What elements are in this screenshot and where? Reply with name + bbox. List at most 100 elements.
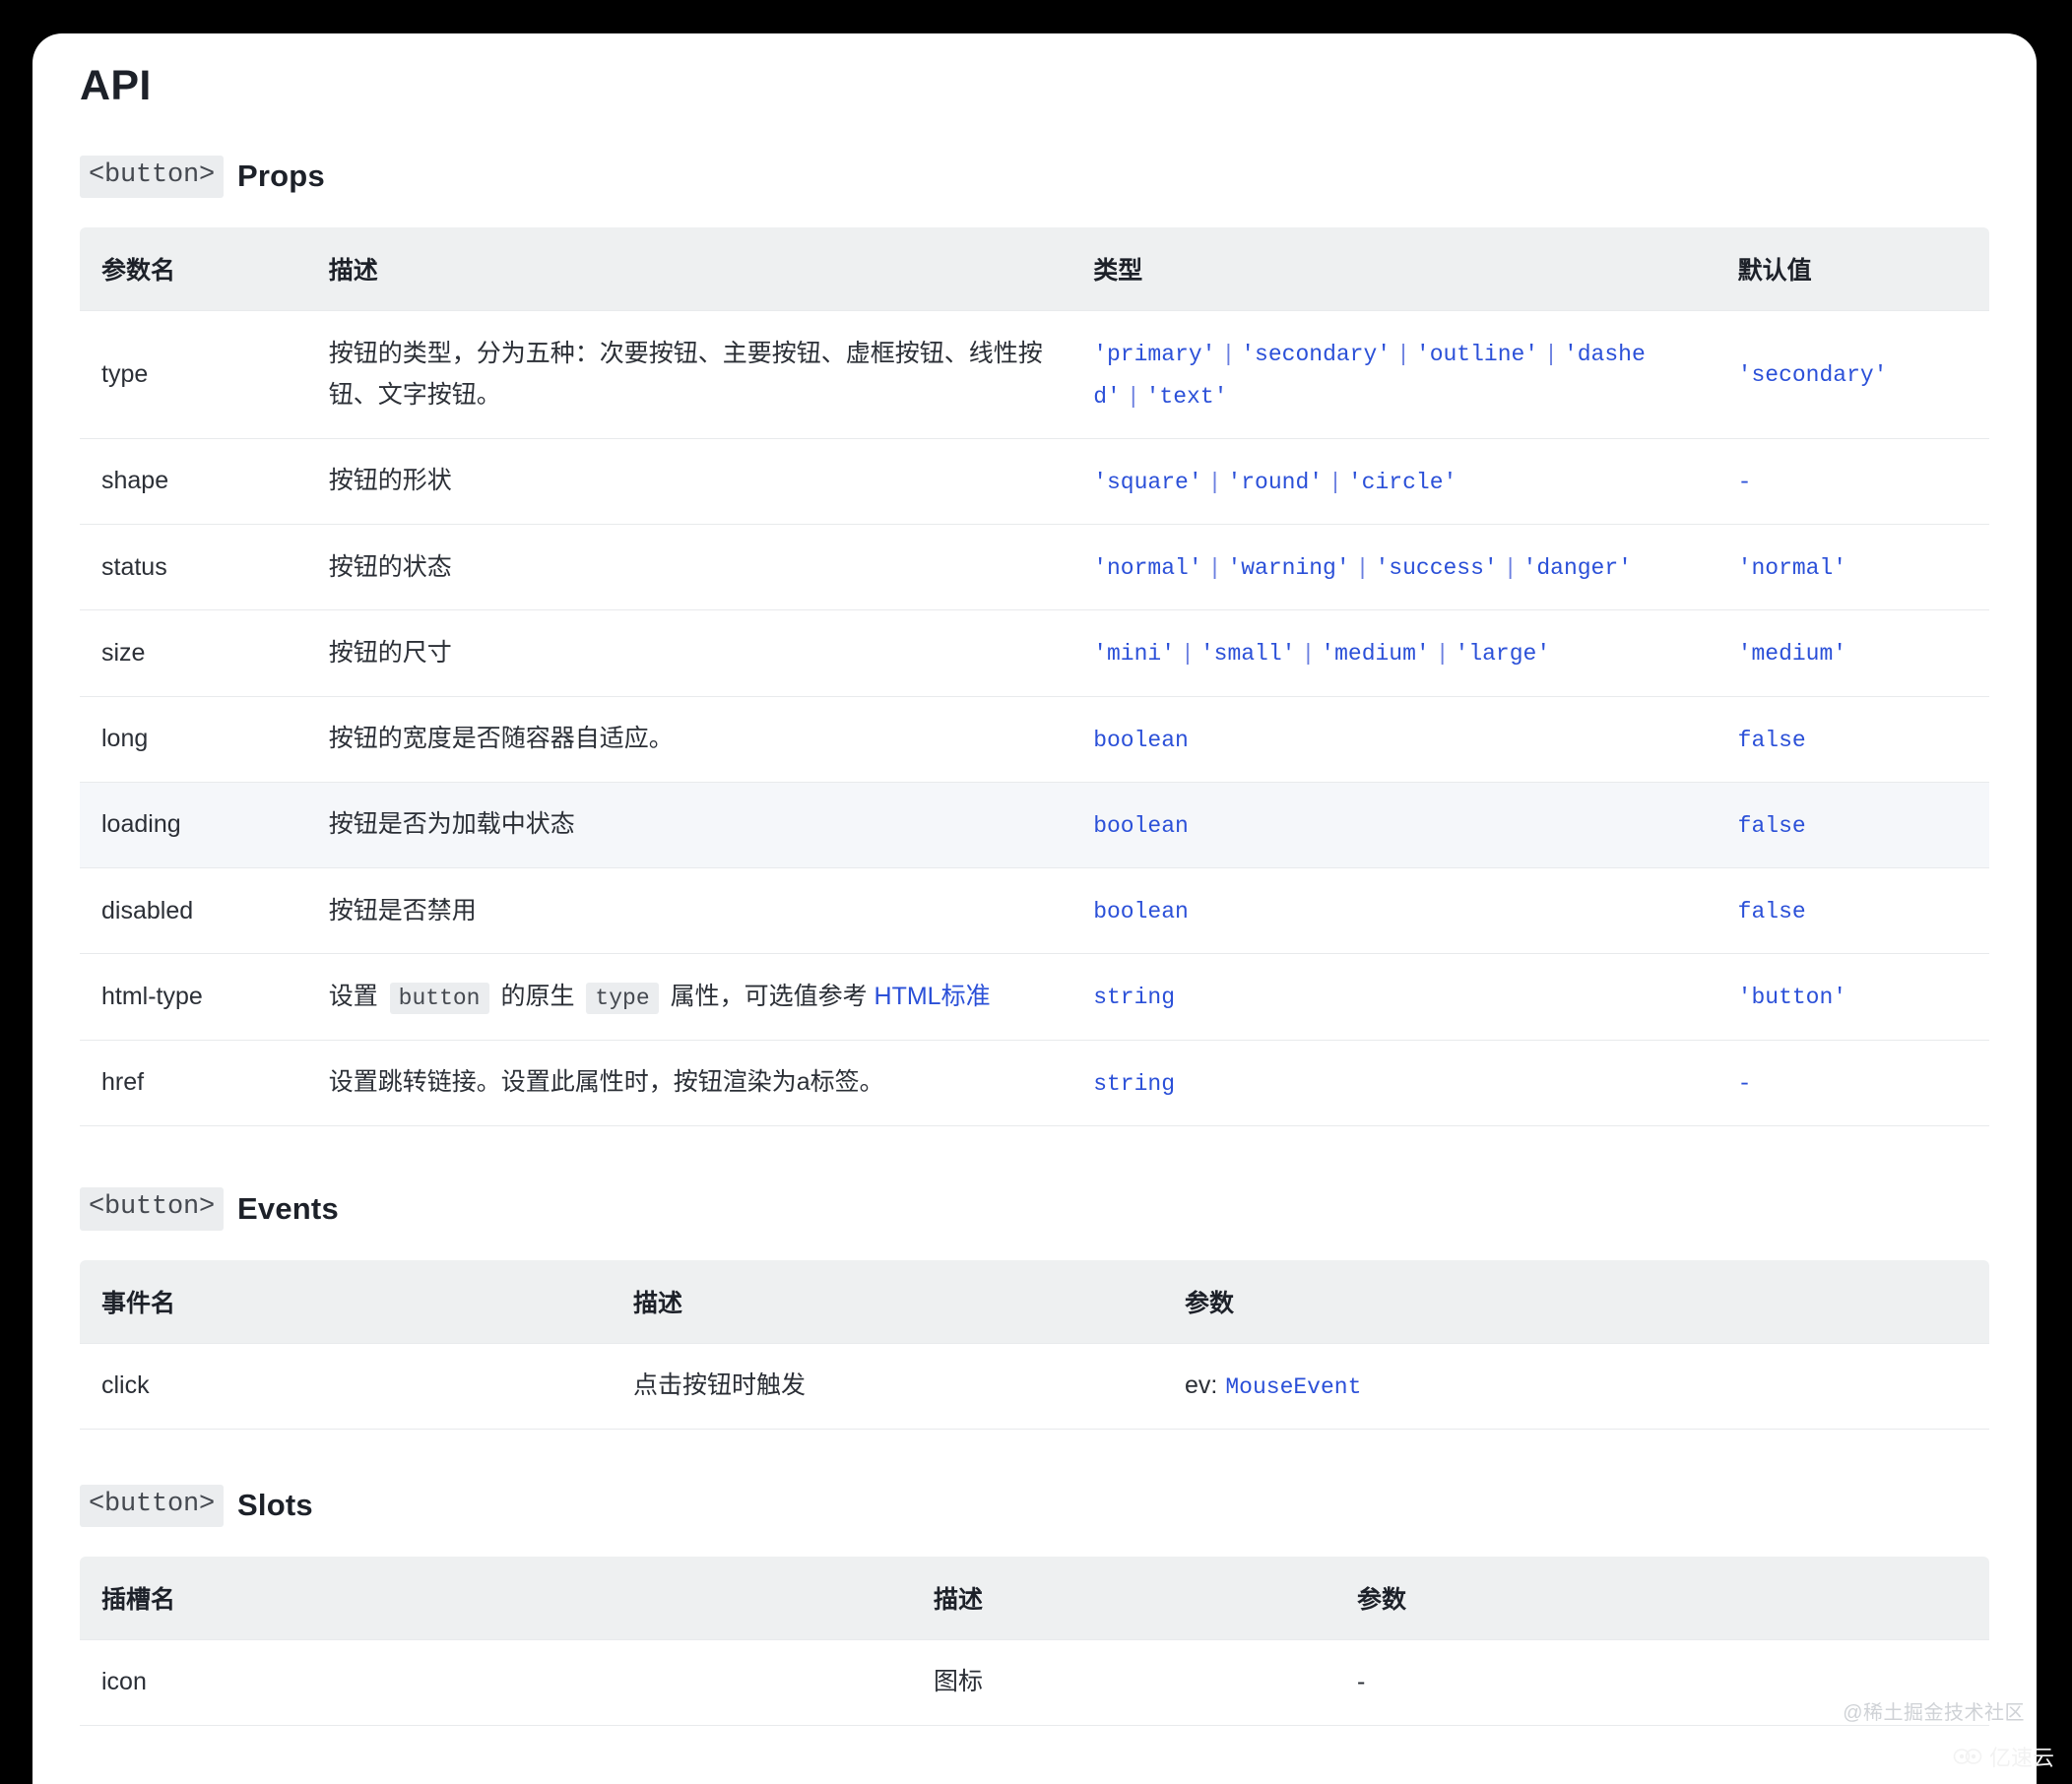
table-row: click 点击按钮时触发 ev: MouseEvent	[80, 1342, 1989, 1430]
arg-label: ev:	[1185, 1370, 1218, 1399]
type-value: 'square' |'round' |'circle'	[1093, 470, 1457, 495]
html-standard-link[interactable]: HTML标准	[874, 983, 991, 1010]
cell-event-args: ev: MouseEvent	[1163, 1342, 1989, 1430]
default-value: 'button'	[1737, 985, 1847, 1011]
default-value: 'medium'	[1737, 641, 1847, 668]
cell-description: 点击按钮时触发	[612, 1342, 1163, 1430]
documentation-card: API <button> Props 参数名 描述 类型 默认值 type 按钮的…	[32, 33, 2037, 1784]
default-value: 'normal'	[1737, 555, 1847, 582]
events-table-body: click 点击按钮时触发 ev: MouseEvent	[80, 1342, 1989, 1430]
cell-param-name: shape	[80, 437, 307, 525]
cell-type: 'square' |'round' |'circle'	[1071, 437, 1716, 525]
table-row: size 按钮的尺寸'mini' |'small' |'medium' |'large'…	[80, 609, 1989, 697]
slots-section-heading: <button> Slots	[80, 1484, 1989, 1528]
props-table-head: 参数名 描述 类型 默认值	[80, 227, 1989, 311]
type-option: 'success'	[1375, 555, 1498, 582]
type-value: boolean	[1093, 899, 1189, 924]
cell-type: string	[1071, 1039, 1716, 1126]
cell-default-value: false	[1716, 695, 1989, 783]
default-value: -	[1737, 1070, 1752, 1097]
type-option: boolean	[1093, 812, 1189, 839]
type-option: 'text'	[1145, 383, 1228, 410]
description-text: 属性，可选值参考	[663, 982, 874, 1010]
events-header-row: 事件名 描述 参数	[80, 1259, 1989, 1344]
table-row: shape 按钮的形状'square' |'round' |'circle' -	[80, 437, 1989, 525]
slots-header-desc: 描述	[912, 1557, 1335, 1640]
cell-description: 按钮的宽度是否随容器自适应。	[306, 695, 1072, 783]
type-option: 'outline'	[1415, 342, 1539, 368]
type-value: string	[1093, 1071, 1175, 1097]
cloud-icon	[1953, 1747, 1982, 1766]
inline-code: button	[389, 982, 489, 1014]
props-header-desc: 描述	[306, 227, 1072, 311]
props-header-row: 参数名 描述 类型 默认值	[80, 227, 1989, 311]
slots-section-label: Slots	[237, 1488, 313, 1523]
button-tag-code: <button>	[80, 155, 225, 199]
table-row: type 按钮的类型，分为五种：次要按钮、主要按钮、虚框按钮、线性按钮、文字按钮。…	[80, 310, 1989, 439]
type-separator: |	[1207, 555, 1222, 582]
type-separator: |	[1503, 555, 1518, 582]
type-option: 'mini'	[1093, 641, 1176, 668]
default-value: 'secondary'	[1737, 362, 1888, 389]
cell-type: boolean	[1071, 867, 1716, 954]
cell-default-value: 'medium'	[1716, 609, 1989, 697]
button-tag-code: <button>	[80, 1186, 225, 1231]
props-section-heading: <button> Props	[80, 155, 1989, 199]
cell-type: string	[1071, 953, 1716, 1041]
type-option: 'secondary'	[1241, 342, 1392, 368]
type-separator: |	[1181, 641, 1195, 668]
events-section-label: Events	[237, 1190, 339, 1226]
events-table: 事件名 描述 参数 click 点击按钮时触发 ev: MouseEvent	[80, 1259, 1989, 1430]
slots-header-args: 参数	[1335, 1557, 1989, 1640]
cell-description: 图标	[912, 1639, 1335, 1726]
table-row: href 设置跳转链接。设置此属性时，按钮渲染为a标签。 string -	[80, 1039, 1989, 1126]
table-row: long 按钮的宽度是否随容器自适应。 boolean false	[80, 695, 1989, 783]
type-separator: |	[1435, 641, 1450, 668]
cell-event-name: click	[80, 1342, 612, 1430]
cell-param-name: loading	[80, 781, 307, 868]
table-row: icon 图标 -	[80, 1639, 1989, 1726]
type-option: 'normal'	[1093, 555, 1202, 582]
default-value: false	[1737, 899, 1806, 925]
cell-default-value: 'secondary'	[1716, 310, 1989, 439]
cell-description: 按钮是否为加载中状态	[306, 781, 1072, 868]
cell-default-value: false	[1716, 867, 1989, 954]
props-header-param: 参数名	[80, 227, 307, 311]
events-section-heading: <button> Events	[80, 1186, 1989, 1231]
type-option: 'warning'	[1227, 555, 1350, 582]
cell-type: 'normal' |'warning' |'success' |'danger'	[1071, 524, 1716, 610]
cell-description: 设置 button 的原生 type 属性，可选值参考 HTML标准	[306, 953, 1072, 1041]
type-option: 'round'	[1227, 469, 1324, 495]
props-table: 参数名 描述 类型 默认值 type 按钮的类型，分为五种：次要按钮、主要按钮、虚…	[80, 227, 1989, 1126]
slots-table: 插槽名 描述 参数 icon 图标 -	[80, 1557, 1989, 1726]
events-header-event: 事件名	[80, 1259, 612, 1344]
type-option: 'medium'	[1321, 641, 1430, 668]
props-table-body: type 按钮的类型，分为五种：次要按钮、主要按钮、虚框按钮、线性按钮、文字按钮。…	[80, 310, 1989, 1126]
type-separator: |	[1221, 342, 1236, 368]
events-table-head: 事件名 描述 参数	[80, 1259, 1989, 1344]
type-separator: |	[1207, 469, 1222, 495]
type-value: 'normal' |'warning' |'success' |'danger'	[1093, 555, 1632, 581]
button-tag-code: <button>	[80, 1484, 225, 1528]
type-option: 'square'	[1093, 469, 1202, 495]
table-row: html-type 设置 button 的原生 type 属性，可选值参考 HTM…	[80, 953, 1989, 1041]
type-value: 'primary' |'secondary' |'outline' |'dashed'…	[1093, 342, 1646, 409]
type-value: boolean	[1093, 728, 1189, 753]
type-separator: |	[1328, 469, 1342, 495]
cell-description: 按钮的形状	[306, 437, 1072, 525]
props-section-label: Props	[237, 159, 325, 194]
inline-code: type	[586, 982, 659, 1014]
events-header-desc: 描述	[612, 1259, 1163, 1344]
cell-default-value: 'normal'	[1716, 524, 1989, 610]
description-text: 设置	[328, 982, 385, 1010]
type-value: string	[1093, 985, 1175, 1010]
cell-param-name: disabled	[80, 867, 307, 954]
cell-param-name: long	[80, 695, 307, 783]
cell-param-name: type	[80, 310, 307, 439]
cell-type: boolean	[1071, 695, 1716, 783]
cell-param-name: html-type	[80, 953, 307, 1041]
type-separator: |	[1126, 383, 1140, 410]
table-row: loading 按钮是否为加载中状态 boolean false	[80, 781, 1989, 868]
